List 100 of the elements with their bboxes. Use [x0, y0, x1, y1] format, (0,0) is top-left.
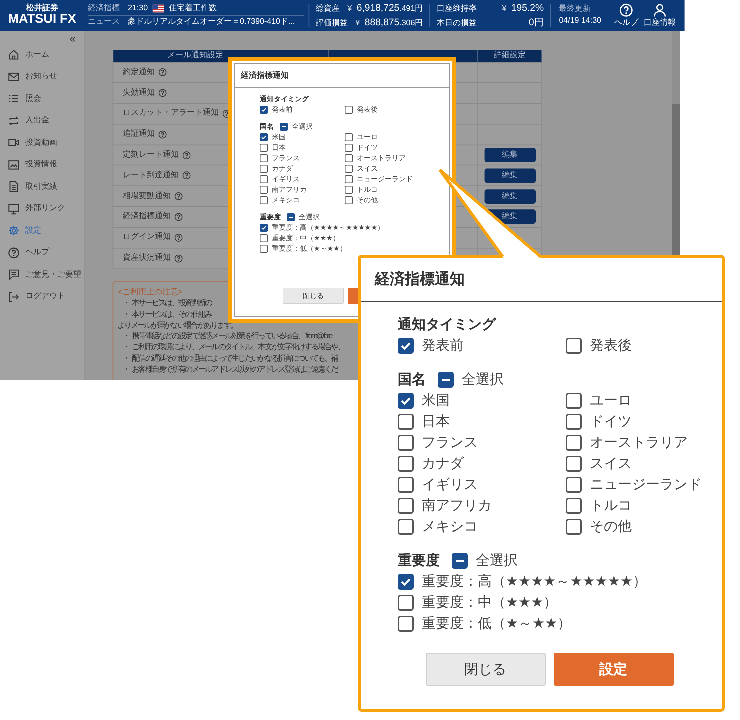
- checkbox[interactable]: [398, 392, 414, 408]
- dialog-title: 経済指標通知: [235, 64, 449, 88]
- edit-button[interactable]: 編集: [484, 168, 536, 184]
- currency-sign: ¥: [502, 4, 507, 14]
- help-icon: [174, 192, 184, 201]
- checkbox[interactable]: [260, 106, 268, 114]
- collapse-button[interactable]: «: [68, 32, 78, 44]
- checkbox[interactable]: [398, 594, 414, 610]
- select-all-checkbox[interactable]: [452, 552, 468, 568]
- sidebar-item[interactable]: ご意見・ご要望: [0, 264, 84, 286]
- help-icon: [158, 68, 168, 78]
- checkbox[interactable]: [345, 154, 353, 162]
- sidebar-item[interactable]: 取引実績: [0, 176, 84, 198]
- checkbox-label: イギリス: [422, 475, 478, 494]
- help-icon: [182, 150, 192, 160]
- ticker-label: ニュース: [88, 18, 121, 28]
- checkbox-label: トルコ: [590, 496, 632, 515]
- flag-icon: [152, 4, 164, 12]
- header-button[interactable]: ヘルプ: [609, 0, 644, 32]
- edit-button[interactable]: 編集: [484, 189, 536, 204]
- checkbox-label: フランス: [422, 433, 478, 452]
- checkbox[interactable]: [566, 414, 582, 430]
- checkbox-label: オーストラリア: [590, 433, 688, 452]
- checkbox[interactable]: [260, 186, 268, 194]
- sidebar-item[interactable]: お知らせ: [0, 66, 84, 88]
- document-icon: [8, 181, 20, 193]
- checkbox[interactable]: [345, 196, 353, 204]
- checkbox[interactable]: [260, 234, 268, 242]
- ticker-time: 21:30: [128, 4, 148, 14]
- dialog-title: 経済指標通知: [361, 258, 722, 302]
- checkbox[interactable]: [398, 414, 414, 430]
- checkbox[interactable]: [260, 224, 268, 232]
- checkbox[interactable]: [566, 434, 582, 450]
- help-icon: [182, 172, 192, 180]
- checkbox[interactable]: [398, 456, 414, 472]
- checkbox-label: メキシコ: [422, 517, 478, 536]
- checkbox[interactable]: [260, 154, 268, 162]
- checkbox-label: 全選択: [476, 551, 518, 570]
- notice-text: 携帯電話などの設定で迷惑メール対策を行っている場合、"from@fore: [132, 332, 332, 342]
- notification-name: 定刻レート通知: [123, 150, 180, 160]
- checkbox[interactable]: [398, 434, 414, 450]
- checkbox[interactable]: [345, 106, 353, 114]
- sidebar-item[interactable]: ホーム: [0, 44, 84, 66]
- help-icon: [619, 3, 634, 18]
- checkbox[interactable]: [398, 616, 414, 632]
- checkbox[interactable]: [566, 392, 582, 408]
- checkbox-label: カナダ: [422, 454, 464, 473]
- checkbox[interactable]: [345, 164, 353, 173]
- news-headline[interactable]: 豪ドルリアルタイムオーダー＝0.7390-410ド...: [128, 18, 296, 28]
- checkbox-label: 重要度：低（★～★★）: [422, 614, 572, 633]
- select-all-checkbox[interactable]: [438, 372, 454, 388]
- sidebar-item[interactable]: 投資情報: [0, 154, 84, 176]
- checkbox[interactable]: [345, 175, 353, 184]
- sidebar-item[interactable]: 入出金: [0, 110, 84, 132]
- notice-text: 配信の遅延その他の理由によって生じたいかなる損害についても、補: [132, 354, 338, 365]
- submit-button[interactable]: 設定: [554, 653, 674, 686]
- balance-label: 総資産: [316, 4, 341, 14]
- checkbox[interactable]: [345, 144, 353, 152]
- sidebar-item[interactable]: ログアウト: [0, 286, 84, 308]
- header-button[interactable]: 口座情報: [643, 0, 677, 32]
- checkbox[interactable]: [260, 164, 268, 173]
- checkbox[interactable]: [398, 518, 414, 534]
- checkbox[interactable]: [260, 144, 268, 152]
- checkbox[interactable]: [398, 574, 414, 590]
- notification-name: ログイン通知: [123, 233, 172, 243]
- column-header: 詳細設定: [478, 50, 542, 62]
- help-icon: [174, 212, 184, 222]
- checkbox[interactable]: [566, 456, 582, 472]
- checkbox[interactable]: [398, 476, 414, 492]
- checkbox[interactable]: [345, 133, 353, 142]
- checkbox[interactable]: [398, 338, 414, 354]
- checkbox[interactable]: [260, 244, 268, 253]
- currency-sign: ¥: [356, 19, 360, 29]
- sidebar-item[interactable]: 照会: [0, 88, 84, 110]
- checkbox[interactable]: [566, 338, 582, 354]
- sidebar-item[interactable]: ヘルプ: [0, 242, 84, 264]
- checkbox[interactable]: [345, 186, 353, 194]
- update-label: 最終更新: [559, 4, 592, 14]
- close-button[interactable]: 閉じる: [426, 653, 546, 686]
- gear-icon: [8, 225, 20, 237]
- sidebar-item[interactable]: 外部リンク: [0, 198, 84, 220]
- sidebar-item[interactable]: 投資動画: [0, 132, 84, 154]
- balance-label: 口座維持率: [436, 4, 478, 14]
- balance-label: 評価損益: [316, 19, 349, 29]
- checkbox[interactable]: [566, 518, 582, 534]
- checkbox[interactable]: [566, 498, 582, 514]
- checkbox[interactable]: [398, 498, 414, 514]
- checkbox[interactable]: [260, 196, 268, 204]
- notification-name: 資産状況通知: [123, 254, 172, 264]
- help-icon: [158, 88, 168, 98]
- checkbox[interactable]: [260, 175, 268, 184]
- help-icon: [158, 130, 168, 140]
- select-all-checkbox[interactable]: [280, 122, 288, 131]
- checkbox[interactable]: [566, 476, 582, 492]
- balance-value: 888,875.306円: [364, 16, 424, 29]
- checkbox[interactable]: [260, 133, 268, 142]
- section-label: 通知タイミング: [398, 315, 496, 334]
- edit-button[interactable]: 編集: [484, 148, 536, 162]
- ticker-text: 住宅着工件数: [168, 4, 217, 14]
- select-all-checkbox[interactable]: [287, 213, 295, 222]
